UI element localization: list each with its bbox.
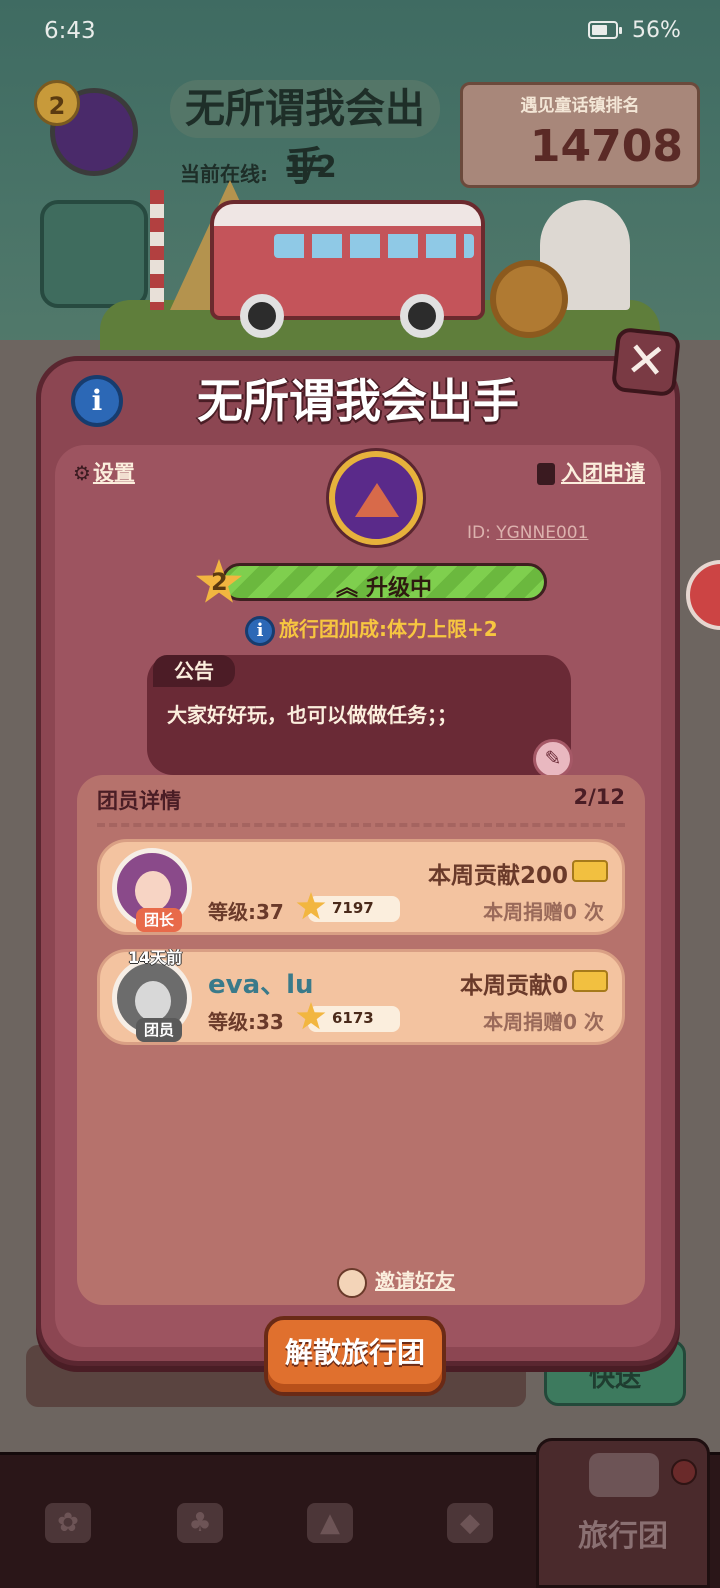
map-icon: ◆	[447, 1503, 493, 1543]
bus-windows	[274, 234, 474, 258]
ranking-value: 14708	[529, 121, 683, 172]
members-panel: 团员详情 2/12 团长 等级:37 7197 本周贡献200 本周捐赠0 次	[77, 775, 645, 1305]
tower-illustration	[150, 190, 164, 310]
level-status: ︽ 升级中	[224, 570, 544, 602]
tent-icon	[355, 483, 399, 517]
invite-friends-label: 邀请好友	[375, 1269, 455, 1293]
add-friend-icon	[337, 1267, 367, 1298]
bag-icon: ✿	[45, 1503, 91, 1543]
notification-dot	[671, 1459, 697, 1485]
ticket-icon	[572, 860, 608, 882]
settings-link[interactable]: ⚙设置	[73, 457, 135, 487]
divider	[97, 823, 625, 827]
member-weekly-contribution: 本周贡献0	[459, 973, 568, 999]
info-icon[interactable]: i	[245, 615, 275, 646]
team-bonus: i 旅行团加成:体力上限+2	[245, 613, 498, 646]
star-icon	[296, 892, 326, 920]
nav-item-travel-team[interactable]: 旅行团	[536, 1438, 710, 1588]
team-info-modal: i 无所谓我会出手 ⚙设置 入团申请 ID: YGNNE001 2 ︽ 升级中 i…	[36, 356, 680, 1366]
avatar-face	[135, 871, 171, 911]
nav-item-service[interactable]: ▲	[270, 1455, 390, 1588]
battery-percentage: 56%	[632, 18, 681, 43]
join-requests-link[interactable]: 入团申请	[537, 457, 645, 487]
edit-announcement-button[interactable]: ✎	[533, 739, 573, 779]
bus-wheel	[240, 294, 284, 338]
header-team-name: 无所谓我会出手	[170, 80, 440, 190]
gear-icon: ⚙	[73, 461, 91, 485]
bus-icon	[589, 1453, 659, 1497]
cards-icon: ♣	[177, 1503, 223, 1543]
team-id-value: YGNNE001	[496, 523, 589, 543]
disband-team-button[interactable]: 解散旅行团	[264, 1316, 446, 1396]
members-header: 团员详情 2/12	[77, 775, 645, 821]
members-count: 2/12	[573, 785, 625, 809]
lion-illustration	[490, 260, 568, 338]
member-card[interactable]: 14天前 团员 eva、lu 等级:33 6173 本周贡献0 本周捐赠0 次	[97, 948, 625, 1045]
member-stars: 6173	[296, 1002, 400, 1032]
team-id[interactable]: ID: YGNNE001	[467, 523, 588, 543]
ticket-icon	[572, 970, 608, 992]
avatar-face	[135, 981, 171, 1021]
team-avatar[interactable]	[329, 451, 423, 545]
announcement-title: 公告	[153, 655, 235, 687]
close-button[interactable]: ✕	[610, 326, 682, 398]
member-weekly-contribution: 本周贡献200	[427, 863, 568, 889]
nav-item-cards[interactable]: ♣	[140, 1455, 260, 1588]
battery-icon	[588, 21, 622, 39]
header-level-badge: 2	[34, 80, 80, 126]
member-level: 等级:37	[208, 900, 284, 924]
announcement-text: 大家好好玩，也可以做做任务；；	[167, 703, 457, 727]
modal-title: 无所谓我会出手	[197, 374, 519, 428]
bus-roof	[214, 204, 481, 226]
join-requests-label: 入团申请	[561, 461, 645, 485]
ranking-title: 遇见童话镇排名	[520, 96, 640, 116]
member-last-seen: 14天前	[128, 948, 183, 967]
role-tag: 团员	[136, 1018, 182, 1042]
members-title: 团员详情	[97, 789, 181, 813]
member-weekly-donations: 本周捐赠0 次	[483, 1010, 604, 1034]
nav-item-map[interactable]: ◆	[410, 1455, 530, 1588]
member-card[interactable]: 团长 等级:37 7197 本周贡献200 本周捐赠0 次	[97, 839, 625, 935]
level-progress-bar: ︽ 升级中	[221, 563, 547, 601]
nav-travel-team-label: 旅行团	[578, 1519, 668, 1554]
member-weekly-donations: 本周捐赠0 次	[483, 900, 604, 924]
bus-wheel	[400, 294, 444, 338]
modal-content: ⚙设置 入团申请 ID: YGNNE001 2 ︽ 升级中 i 旅行团加成:体力上限…	[55, 445, 661, 1347]
level-status-label: 升级中	[366, 576, 433, 601]
role-tag: 团长	[136, 908, 182, 932]
member-stars: 7197	[296, 892, 400, 922]
star-icon	[296, 1002, 326, 1030]
status-time: 6:43	[44, 18, 96, 44]
member-stars-value: 6173	[332, 1009, 374, 1027]
status-bar: 6:43 56%	[0, 0, 720, 62]
announcement-box: 公告 大家好好玩，也可以做做任务；； ✎	[147, 655, 573, 779]
member-level: 等级:33	[208, 1010, 284, 1034]
travel-bus-illustration	[60, 170, 660, 350]
team-id-label: ID:	[467, 523, 497, 543]
member-name: eva、lu	[208, 970, 314, 1000]
chevron-up-icon: ︽	[335, 576, 358, 601]
bell-icon: ▲	[307, 1503, 353, 1543]
settings-label: 设置	[92, 461, 135, 485]
member-stars-value: 7197	[332, 899, 374, 917]
team-bonus-text: 旅行团加成:体力上限+2	[279, 617, 498, 641]
document-icon	[537, 463, 555, 485]
team-level: 2	[211, 568, 228, 596]
nav-item-bag[interactable]: ✿	[8, 1455, 128, 1588]
invite-friends-link[interactable]: 邀请好友	[337, 1265, 455, 1298]
